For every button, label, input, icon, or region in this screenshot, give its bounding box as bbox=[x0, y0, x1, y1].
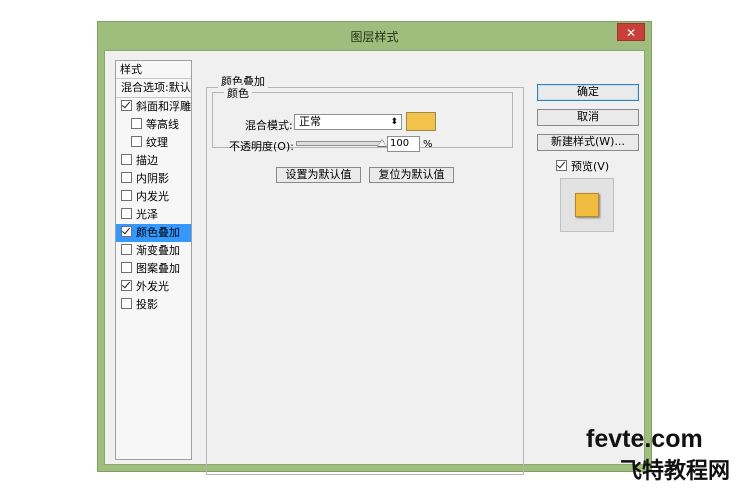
new-style-button[interactable]: 新建样式(W)... bbox=[537, 134, 639, 151]
style-checkbox[interactable] bbox=[121, 298, 132, 309]
preview-box bbox=[560, 178, 614, 232]
reset-default-button[interactable]: 复位为默认值 bbox=[369, 167, 454, 183]
opacity-slider-thumb[interactable] bbox=[377, 139, 387, 147]
style-list-item[interactable]: 投影 bbox=[116, 296, 191, 314]
style-list-item-label: 等高线 bbox=[146, 118, 179, 131]
close-button[interactable]: ✕ bbox=[617, 23, 645, 41]
cancel-button[interactable]: 取消 bbox=[537, 109, 639, 126]
close-icon: ✕ bbox=[625, 26, 637, 40]
preview-thumbnail bbox=[575, 193, 599, 217]
style-list-item[interactable]: 纹理 bbox=[116, 134, 191, 152]
title-bar[interactable]: 图层样式 ✕ bbox=[98, 22, 651, 50]
style-list-item-label: 描边 bbox=[136, 154, 158, 167]
style-list-header[interactable]: 样式 bbox=[116, 61, 191, 79]
group-title: 颜色 bbox=[224, 85, 252, 101]
style-list-item-label: 颜色叠加 bbox=[136, 226, 180, 239]
style-list-item[interactable]: 颜色叠加 bbox=[116, 224, 191, 242]
blend-mode-value: 正常 bbox=[299, 115, 321, 128]
dialog-title: 图层样式 bbox=[350, 30, 399, 44]
blend-mode-select[interactable]: 正常 ⬍ bbox=[294, 114, 402, 130]
style-items: 斜面和浮雕等高线纹理描边内阴影内发光光泽颜色叠加渐变叠加图案叠加外发光投影 bbox=[116, 98, 191, 314]
opacity-label: 不透明度(O): bbox=[229, 140, 294, 153]
dialog-client-area: 样式 混合选项:默认 斜面和浮雕等高线纹理描边内阴影内发光光泽颜色叠加渐变叠加图… bbox=[104, 50, 645, 475]
style-list-item[interactable]: 描边 bbox=[116, 152, 191, 170]
preview-label: 预览(V) bbox=[571, 160, 610, 173]
style-list-item[interactable]: 等高线 bbox=[116, 116, 191, 134]
style-list-item-label: 斜面和浮雕 bbox=[136, 100, 191, 113]
style-checkbox[interactable] bbox=[131, 136, 142, 147]
style-checkbox[interactable] bbox=[121, 172, 132, 183]
watermark-site-name: 飞特教程网 bbox=[620, 459, 731, 484]
blend-mode-label: 混合模式: bbox=[245, 119, 293, 132]
style-list-item-label: 外发光 bbox=[136, 280, 169, 293]
opacity-unit: % bbox=[423, 139, 433, 150]
style-list-item[interactable]: 内发光 bbox=[116, 188, 191, 206]
style-list-item-label: 图案叠加 bbox=[136, 262, 180, 275]
style-list-item-label: 内发光 bbox=[136, 190, 169, 203]
style-checkbox[interactable] bbox=[131, 118, 142, 129]
layer-style-dialog: 图层样式 ✕ 样式 混合选项:默认 斜面和浮雕 等高线 纹理 描边 内阴影 内发光 光泽 颜色… bbox=[97, 21, 652, 475]
style-checkbox[interactable] bbox=[121, 208, 132, 219]
style-checkbox[interactable] bbox=[121, 262, 132, 273]
style-checkbox[interactable] bbox=[121, 244, 132, 255]
watermark-domain: fevte.com bbox=[586, 425, 703, 453]
ok-button[interactable]: 确定 bbox=[537, 84, 639, 101]
style-checkbox[interactable] bbox=[121, 154, 132, 165]
style-list-item-label: 纹理 bbox=[146, 136, 168, 149]
style-list-item[interactable]: 斜面和浮雕 bbox=[116, 98, 191, 116]
opacity-input[interactable]: 100 bbox=[387, 136, 420, 152]
preview-checkbox[interactable] bbox=[556, 160, 567, 171]
set-default-button[interactable]: 设置为默认值 bbox=[276, 167, 361, 183]
style-list: 样式 混合选项:默认 斜面和浮雕等高线纹理描边内阴影内发光光泽颜色叠加渐变叠加图… bbox=[115, 60, 192, 460]
style-list-item[interactable]: 光泽 bbox=[116, 206, 191, 224]
select-arrows-icon: ⬍ bbox=[390, 117, 398, 127]
style-checkbox[interactable] bbox=[121, 190, 132, 201]
overlay-color-swatch[interactable] bbox=[406, 112, 436, 131]
style-checkbox[interactable] bbox=[121, 226, 132, 237]
style-list-item[interactable]: 渐变叠加 bbox=[116, 242, 191, 260]
style-list-item-label: 投影 bbox=[136, 298, 158, 311]
style-checkbox[interactable] bbox=[121, 100, 132, 111]
blend-options-item[interactable]: 混合选项:默认 bbox=[116, 79, 191, 98]
style-list-item[interactable]: 图案叠加 bbox=[116, 260, 191, 278]
style-list-item-label: 内阴影 bbox=[136, 172, 169, 185]
preview-checkbox-row[interactable]: 预览(V) bbox=[556, 158, 609, 174]
style-list-item[interactable]: 内阴影 bbox=[116, 170, 191, 188]
style-checkbox[interactable] bbox=[121, 280, 132, 291]
opacity-slider-track[interactable] bbox=[296, 141, 384, 146]
style-list-item[interactable]: 外发光 bbox=[116, 278, 191, 296]
style-list-item-label: 光泽 bbox=[136, 208, 158, 221]
style-list-item-label: 渐变叠加 bbox=[136, 244, 180, 257]
